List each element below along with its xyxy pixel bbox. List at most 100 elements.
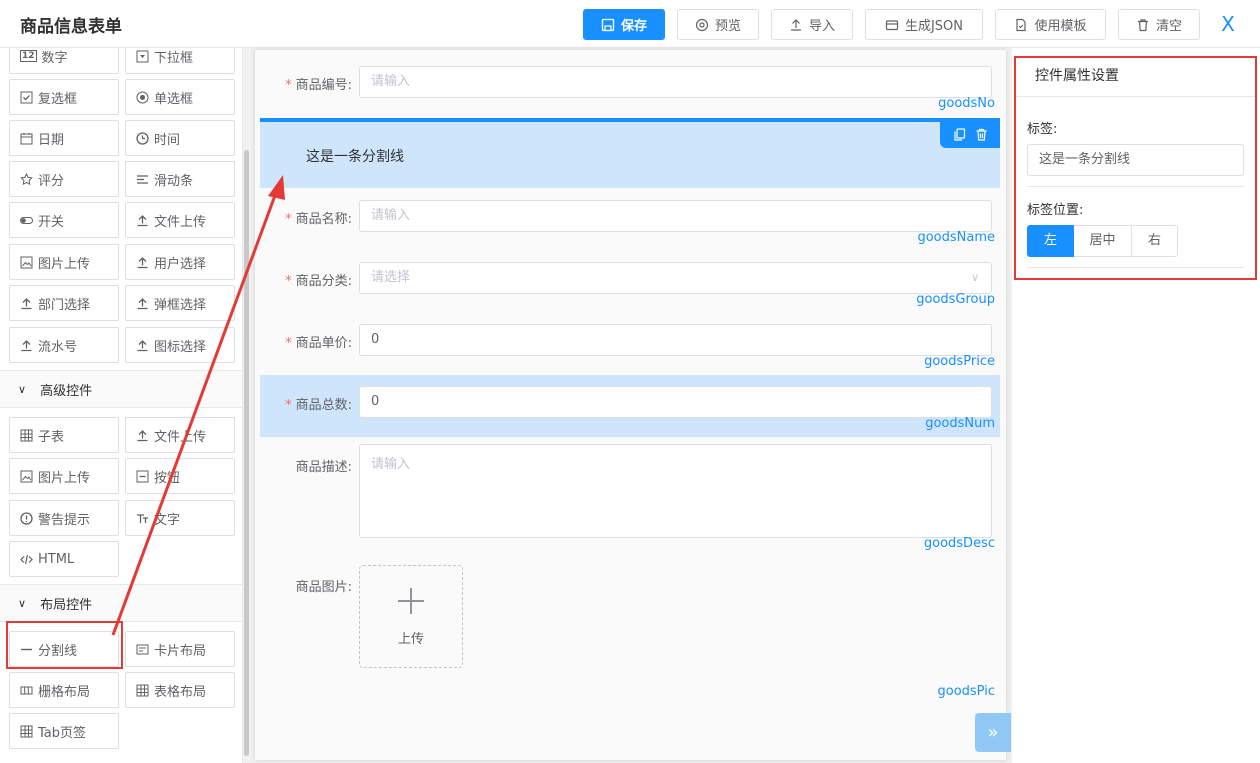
section-title: 布局控件 [40, 597, 93, 613]
palette-item-adv-image-upload[interactable]: 图片上传 [9, 458, 119, 494]
palette-item-time[interactable]: 时间 [125, 120, 235, 156]
goods-name-input[interactable]: 请输入 [359, 200, 992, 232]
generate-json-button[interactable]: 生成JSON [865, 9, 983, 40]
field-model-name: goodsNo [938, 96, 995, 111]
goods-num-input[interactable]: 0 [359, 386, 992, 418]
palette-item-button[interactable]: 按钮 [125, 458, 235, 494]
checkbox-icon [20, 91, 33, 103]
section-advanced-header[interactable]: ∨ 高级控件 [0, 370, 242, 408]
field-model-name: goodsName [917, 230, 995, 245]
palette-item-label: 文件上传 [154, 214, 207, 230]
save-label: 保存 [620, 19, 647, 34]
chevron-down-icon: ∨ [18, 596, 27, 610]
palette-item-file-upload[interactable]: 文件上传 [125, 202, 235, 238]
palette-item-grid[interactable]: 栅格布局 [9, 672, 119, 708]
palette-item-label: Tab页签 [38, 725, 87, 741]
form-item-goods-num[interactable]: * 商品总数: 0 goodsNum [260, 386, 1000, 436]
star-icon [20, 172, 33, 185]
palette-item-tabs[interactable]: Tab页签 [9, 713, 119, 749]
palette-item-html[interactable]: HTML [9, 541, 119, 577]
save-button[interactable]: 保存 [583, 9, 665, 40]
preview-label: 预览 [714, 19, 741, 34]
use-template-button[interactable]: 使用模板 [995, 9, 1106, 40]
palette-item-checkbox[interactable]: 复选框 [9, 79, 119, 115]
widget-toolbar [940, 121, 1000, 148]
preview-button[interactable]: 预览 [677, 9, 759, 40]
delete-icon[interactable] [975, 128, 988, 141]
goods-group-select[interactable]: 请选择 ∨ [359, 262, 992, 294]
required-mark: * [285, 336, 292, 351]
palette-item-switch[interactable]: 开关 [9, 202, 119, 238]
clear-label: 清空 [1155, 19, 1182, 34]
palette-item-subtable[interactable]: 子表 [9, 417, 119, 453]
palette-item-adv-file-upload[interactable]: 文件上传 [125, 417, 235, 453]
upload-icon [137, 214, 148, 226]
chevron-down-icon: ∨ [18, 382, 27, 396]
palette-item-table-layout[interactable]: 表格布局 [125, 672, 235, 708]
dropdown-icon [136, 50, 149, 62]
form-item-goods-desc[interactable]: 商品描述: 请输入 goodsDesc [260, 444, 1000, 554]
palette-item-number[interactable]: 12 数字 [9, 48, 119, 74]
palette-item-radio[interactable]: 单选框 [125, 79, 235, 115]
palette-item-label: 时间 [154, 132, 181, 148]
import-button[interactable]: 导入 [771, 9, 853, 40]
copy-icon[interactable] [953, 128, 966, 141]
save-icon [601, 18, 615, 31]
image-upload-box[interactable]: 上传 [359, 565, 463, 668]
palette-item-serial-number[interactable]: 流水号 [9, 327, 119, 363]
palette-item-dept-select[interactable]: 部门选择 [9, 285, 119, 321]
code-icon [20, 554, 33, 564]
palette-item-label: 部门选择 [38, 297, 91, 313]
divider-widget-selected[interactable]: 这是一条分割线 [260, 118, 1000, 188]
form-item-goods-price[interactable]: * 商品单价: 0 goodsPrice [260, 324, 1000, 374]
palette-item-label: HTML [38, 551, 75, 567]
palette-item-label: 栅格布局 [38, 684, 91, 700]
field-label: 商品图片: [295, 580, 352, 595]
radio-icon [136, 91, 149, 103]
annotation-box-properties [1014, 56, 1257, 280]
goods-price-input[interactable]: 0 [359, 324, 992, 356]
trash-icon [1137, 18, 1148, 31]
button-icon [136, 470, 149, 482]
palette-scrollbar-thumb[interactable] [244, 150, 249, 756]
calendar-icon [20, 132, 33, 144]
section-layout-header[interactable]: ∨ 布局控件 [0, 584, 242, 622]
palette-item-rate[interactable]: 评分 [9, 161, 119, 197]
palette-item-label: 文字 [154, 512, 181, 528]
clear-button[interactable]: 清空 [1118, 9, 1200, 40]
palette-item-slider[interactable]: 滑动条 [125, 161, 235, 197]
palette-item-card[interactable]: 卡片布局 [125, 631, 235, 667]
expand-panel-button[interactable]: » [975, 713, 1011, 752]
upload-icon [21, 339, 32, 351]
palette-item-popup-select[interactable]: 弹框选择 [125, 285, 235, 321]
palette-item-date[interactable]: 日期 [9, 120, 119, 156]
clock-icon [136, 131, 149, 145]
section-title: 高级控件 [40, 383, 93, 399]
field-label: * 商品编号: [285, 78, 352, 93]
palette-item-label: 评分 [38, 173, 65, 189]
preview-icon [695, 18, 709, 31]
form-item-goods-group[interactable]: * 商品分类: 请选择 ∨ goodsGroup [260, 262, 1000, 312]
required-mark: * [285, 274, 292, 289]
palette-item-user-select[interactable]: 用户选择 [125, 244, 235, 280]
palette-item-select[interactable]: 下拉框 [125, 48, 235, 74]
slider-icon [137, 174, 148, 184]
divider-text: 这是一条分割线 [306, 149, 404, 165]
palette-item-label: 单选框 [154, 91, 194, 107]
field-model-name: goodsPic [937, 684, 996, 699]
palette-item-image-upload[interactable]: 图片上传 [9, 244, 119, 280]
palette-item-icon-select[interactable]: 图标选择 [125, 327, 235, 363]
palette-item-label: 弹框选择 [154, 297, 207, 313]
goods-desc-textarea[interactable]: 请输入 [359, 444, 992, 538]
required-mark: * [285, 212, 292, 227]
close-icon[interactable]: X [1216, 12, 1240, 36]
field-model-name: goodsGroup [916, 292, 995, 307]
form-item-goods-name[interactable]: * 商品名称: 请输入 goodsName [260, 200, 1000, 250]
palette-item-label: 复选框 [38, 91, 78, 107]
goods-no-input[interactable]: 请输入 [359, 66, 992, 98]
form-item-goods-no[interactable]: * 商品编号: 请输入 goodsNo [260, 66, 1000, 116]
palette-item-text[interactable]: 文字 [125, 500, 235, 536]
upload-icon [137, 256, 148, 268]
palette-item-label: 卡片布局 [154, 643, 207, 659]
palette-item-alert[interactable]: 警告提示 [9, 500, 119, 536]
